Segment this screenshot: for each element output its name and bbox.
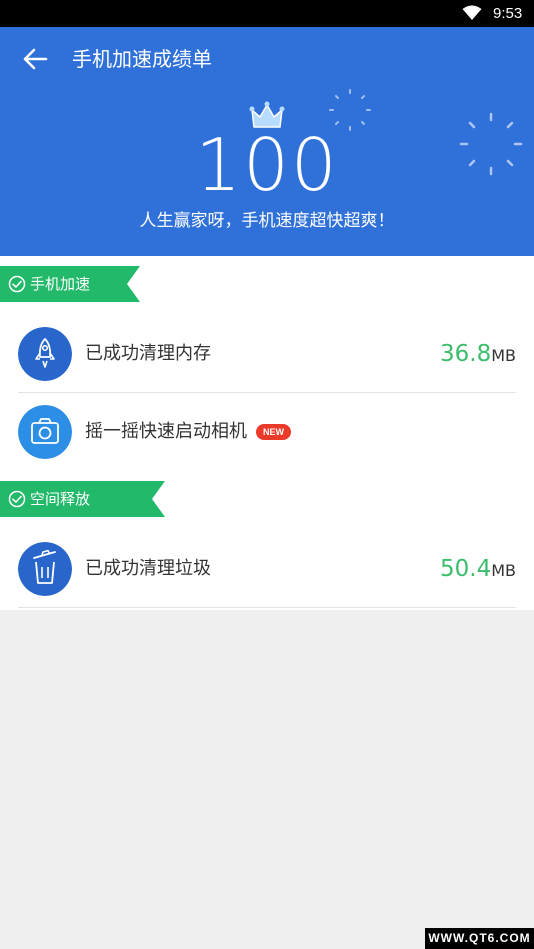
status-bar: 9:53 [0, 0, 534, 27]
item-value: 50.4MB [440, 552, 516, 588]
section-tag-speedup: 手机加速14% [0, 266, 140, 302]
item-label: 已成功清理垃圾 [85, 558, 211, 579]
section-tag-space-freed: 空间释放50.4MB [0, 481, 165, 517]
results-list: 手机加速14% 已成功清理内存 36.8MB 摇一摇快速启动相机 NEW 空间释… [0, 256, 534, 610]
item-label: 已成功清理内存 [85, 343, 211, 364]
check-circle-icon [8, 490, 26, 508]
list-item-shake-camera[interactable]: 摇一摇快速启动相机 NEW [18, 393, 516, 471]
arrow-left-icon[interactable] [18, 45, 52, 73]
page-title: 手机加速成绩单 [72, 47, 212, 71]
list-item-junk-cleaned[interactable]: 已成功清理垃圾 50.4MB [18, 530, 516, 608]
result-header: 手机加速成绩单 100 人生赢家呀，手机速度超快超爽！ [0, 27, 534, 256]
item-label: 摇一摇快速启动相机 [85, 421, 247, 442]
watermark: WWW.QT6.COM [425, 928, 534, 949]
item-value-unit: MB [491, 346, 516, 365]
item-value-number: 50.4 [440, 556, 492, 582]
score-value: 100 [195, 123, 339, 207]
rocket-icon [18, 327, 72, 381]
check-circle-icon [8, 275, 26, 293]
score-tagline: 人生赢家呀，手机速度超快超爽！ [139, 211, 395, 231]
list-item-memory-cleaned[interactable]: 已成功清理内存 36.8MB [18, 315, 516, 393]
divider [18, 607, 516, 608]
item-value-number: 36.8 [440, 341, 492, 367]
wifi-icon [462, 5, 482, 20]
trash-icon [18, 542, 72, 596]
status-time: 9:53 [493, 5, 523, 22]
item-value: 36.8MB [440, 337, 516, 373]
camera-icon [18, 405, 72, 459]
new-badge: NEW [256, 424, 291, 440]
item-value-unit: MB [491, 561, 516, 580]
